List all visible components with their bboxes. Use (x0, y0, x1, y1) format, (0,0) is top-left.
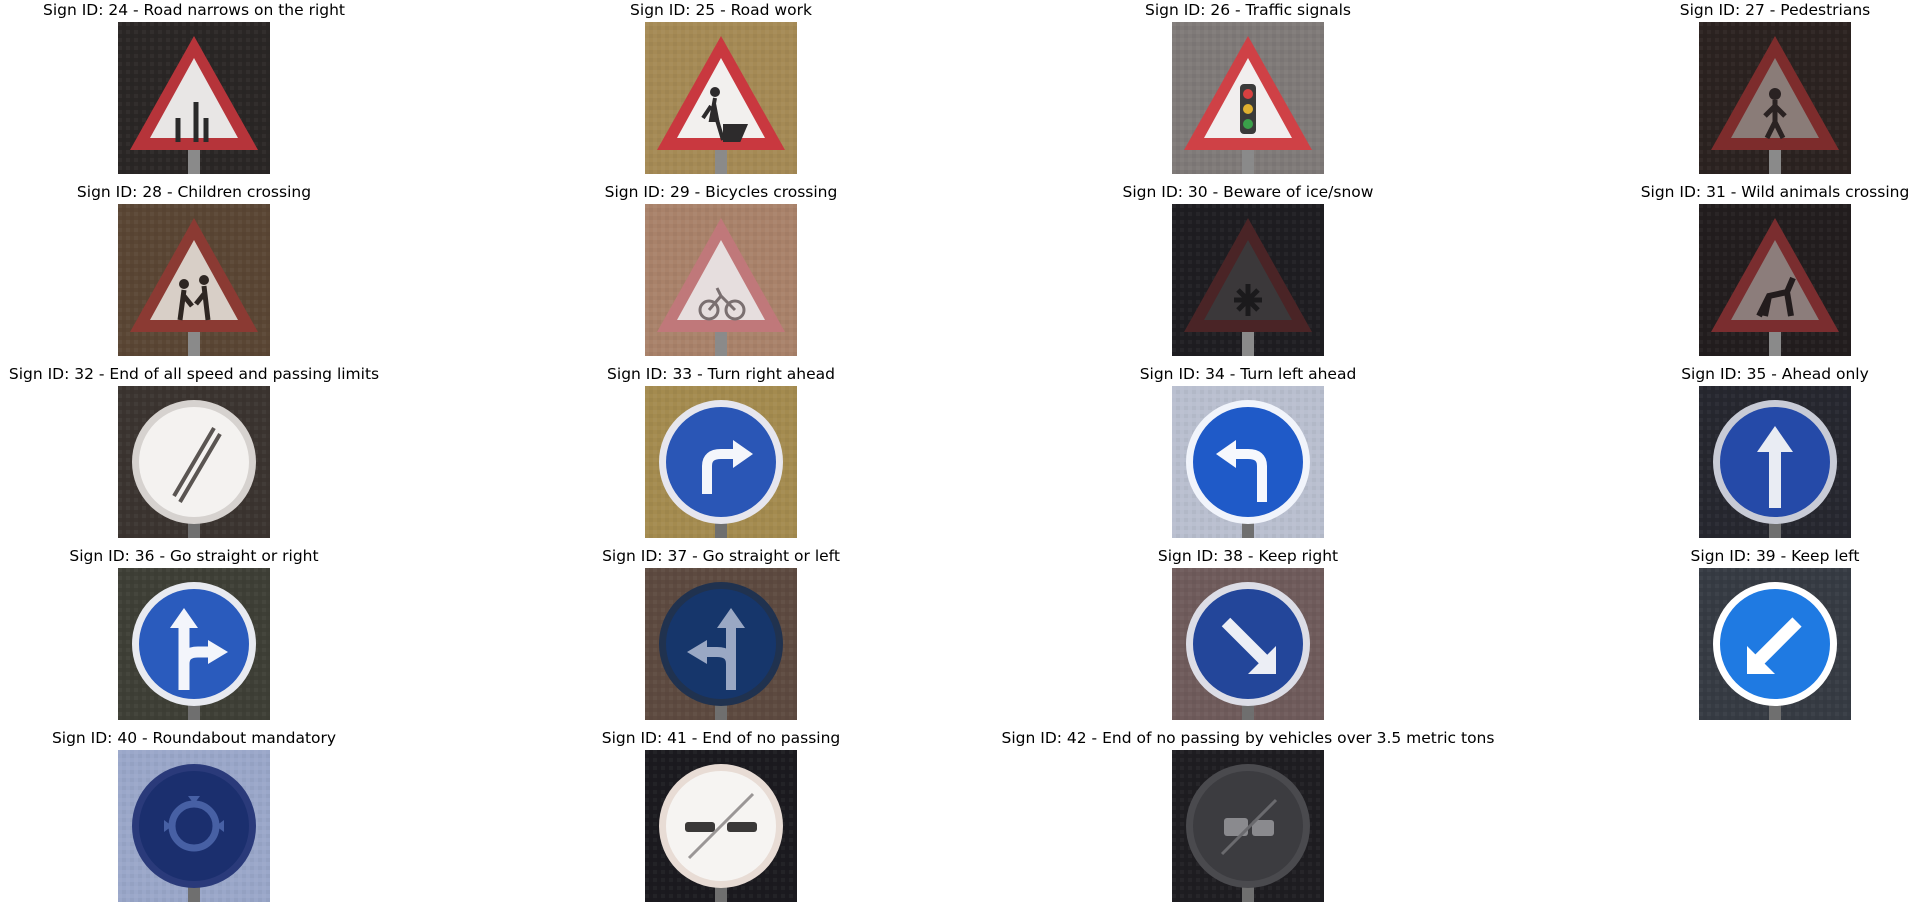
sign-image (645, 750, 797, 902)
sign-title: Sign ID: 28 - Children crossing (76, 183, 312, 201)
ahead-only-sign (1699, 386, 1851, 538)
sign-cell: Sign ID: 37 - Go straight or left (421, 546, 1021, 728)
sign-title: Sign ID: 24 - Road narrows on the right (42, 1, 345, 19)
sign-grid: Sign ID: 24 - Road narrows on the right S… (0, 0, 1918, 914)
sign-image (645, 568, 797, 720)
sign-title: Sign ID: 40 - Roundabout mandatory (51, 729, 337, 747)
sign-cell: Sign ID: 34 - Turn left ahead (948, 364, 1548, 546)
sign-image (118, 22, 270, 174)
sign-image (645, 22, 797, 174)
keep-right-sign (1172, 568, 1324, 720)
sign-cell: Sign ID: 42 - End of no passing by vehic… (948, 728, 1548, 910)
traffic-signals-sign (1172, 22, 1324, 174)
sign-cell: Sign ID: 28 - Children crossing (0, 182, 494, 364)
sign-image (118, 204, 270, 356)
sign-image (1699, 568, 1851, 720)
sign-title: Sign ID: 36 - Go straight or right (69, 547, 319, 565)
sign-cell: Sign ID: 39 - Keep left (1475, 546, 1918, 728)
sign-image (645, 386, 797, 538)
sign-title: Sign ID: 29 - Bicycles crossing (604, 183, 838, 201)
sign-title: Sign ID: 35 - Ahead only (1681, 365, 1869, 383)
sign-image (1172, 22, 1324, 174)
end-all-limits-sign (118, 386, 270, 538)
sign-title: Sign ID: 26 - Traffic signals (1145, 1, 1351, 19)
sign-image (118, 750, 270, 902)
sign-title: Sign ID: 39 - Keep left (1690, 547, 1860, 565)
sign-title: Sign ID: 27 - Pedestrians (1679, 1, 1871, 19)
sign-cell: Sign ID: 33 - Turn right ahead (421, 364, 1021, 546)
end-no-passing-sign (645, 750, 797, 902)
pedestrians-sign (1699, 22, 1851, 174)
turn-right-ahead-sign (645, 386, 797, 538)
road-work-sign (645, 22, 797, 174)
sign-cell: Sign ID: 32 - End of all speed and passi… (0, 364, 494, 546)
sign-cell: Sign ID: 41 - End of no passing (421, 728, 1021, 910)
sign-image (645, 204, 797, 356)
sign-cell: Sign ID: 35 - Ahead only (1475, 364, 1918, 546)
sign-image (1172, 386, 1324, 538)
sign-title: Sign ID: 33 - Turn right ahead (607, 365, 835, 383)
sign-title: Sign ID: 42 - End of no passing by vehic… (1001, 729, 1495, 747)
sign-image (1172, 204, 1324, 356)
sign-title: Sign ID: 25 - Road work (630, 1, 812, 19)
sign-cell: Sign ID: 38 - Keep right (948, 546, 1548, 728)
sign-title: Sign ID: 30 - Beware of ice/snow (1122, 183, 1374, 201)
sign-image (1699, 386, 1851, 538)
sign-image (1699, 204, 1851, 356)
turn-left-ahead-sign (1172, 386, 1324, 538)
sign-image (1699, 22, 1851, 174)
bicycles-crossing-sign (645, 204, 797, 356)
sign-title: Sign ID: 34 - Turn left ahead (1139, 365, 1357, 383)
road-narrows-right-sign (118, 22, 270, 174)
sign-cell: Sign ID: 40 - Roundabout mandatory (0, 728, 494, 910)
sign-title: Sign ID: 37 - Go straight or left (602, 547, 840, 565)
sign-title: Sign ID: 32 - End of all speed and passi… (8, 365, 380, 383)
sign-cell: Sign ID: 36 - Go straight or right (0, 546, 494, 728)
sign-image (118, 568, 270, 720)
sign-image (1172, 750, 1324, 902)
sign-cell: Sign ID: 30 - Beware of ice/snow (948, 182, 1548, 364)
straight-or-right-sign (118, 568, 270, 720)
end-no-passing-trucks-sign (1172, 750, 1324, 902)
wild-animals-sign (1699, 204, 1851, 356)
children-crossing-sign (118, 204, 270, 356)
sign-image (1172, 568, 1324, 720)
sign-title: Sign ID: 41 - End of no passing (601, 729, 841, 747)
ice-snow-sign (1172, 204, 1324, 356)
sign-cell: Sign ID: 27 - Pedestrians (1475, 0, 1918, 182)
keep-left-sign (1699, 568, 1851, 720)
sign-image (118, 386, 270, 538)
sign-cell: Sign ID: 24 - Road narrows on the right (0, 0, 494, 182)
straight-or-left-sign (645, 568, 797, 720)
sign-cell: Sign ID: 26 - Traffic signals (948, 0, 1548, 182)
sign-title: Sign ID: 31 - Wild animals crossing (1640, 183, 1910, 201)
roundabout-sign (118, 750, 270, 902)
sign-cell: Sign ID: 29 - Bicycles crossing (421, 182, 1021, 364)
sign-cell: Sign ID: 25 - Road work (421, 0, 1021, 182)
sign-cell: Sign ID: 31 - Wild animals crossing (1475, 182, 1918, 364)
sign-title: Sign ID: 38 - Keep right (1157, 547, 1339, 565)
